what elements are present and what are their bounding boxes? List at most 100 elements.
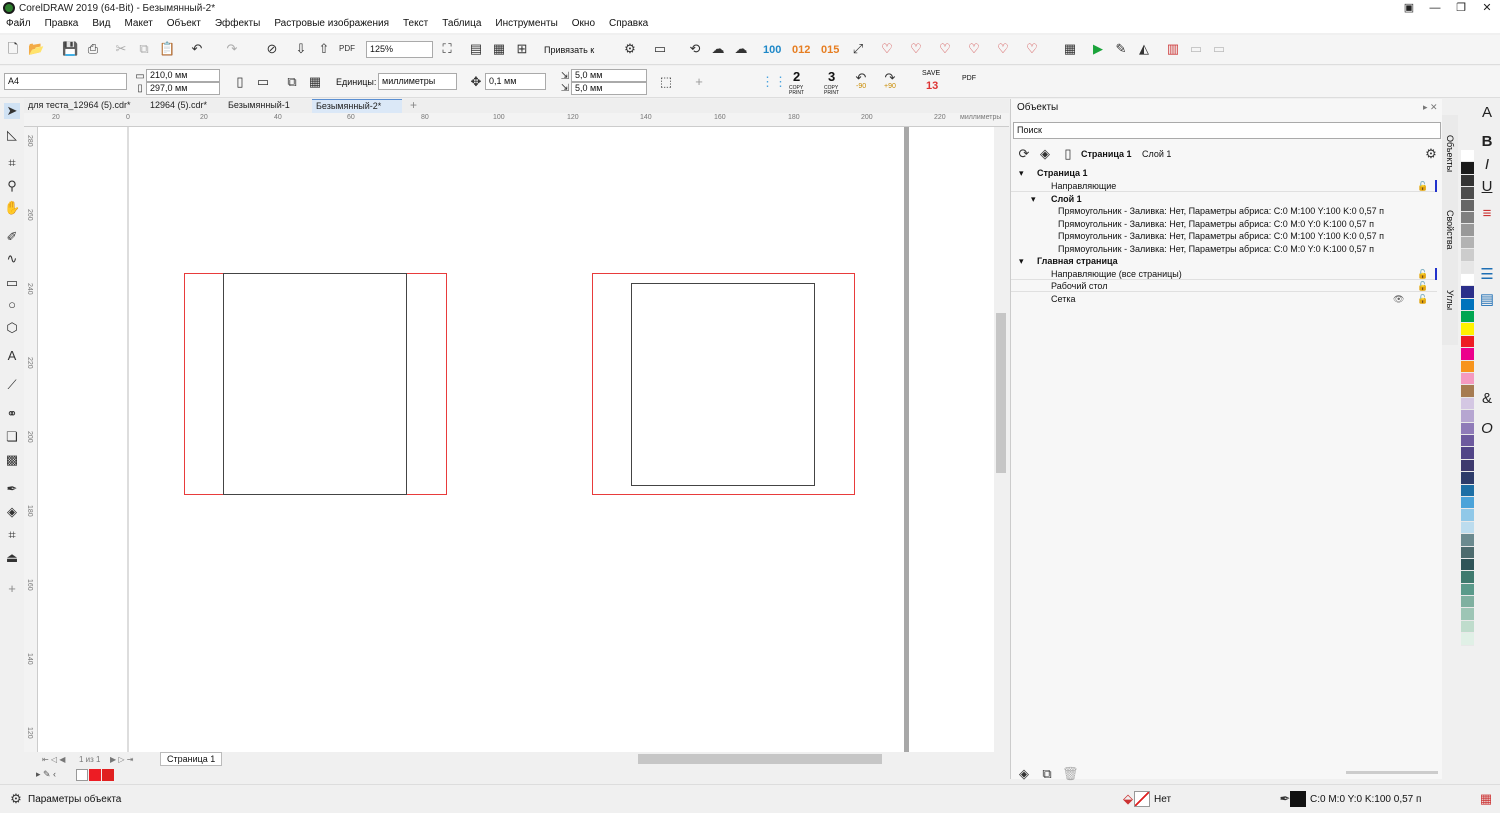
- glyph-icon[interactable]: O: [1478, 420, 1496, 437]
- palette-swatch[interactable]: [1461, 422, 1474, 435]
- macro-015-button[interactable]: 015: [821, 44, 839, 56]
- palette-swatch[interactable]: [1461, 273, 1474, 287]
- object-properties-gear-icon[interactable]: ⚙: [8, 791, 24, 807]
- text-tool-icon[interactable]: A: [4, 348, 20, 364]
- palette-swatch[interactable]: [1461, 534, 1474, 547]
- redo-icon[interactable]: ↷: [224, 41, 240, 57]
- open-icon[interactable]: 📂: [28, 41, 44, 57]
- lock-icon[interactable]: 🔓: [1417, 180, 1428, 192]
- macro-stop-icon[interactable]: ▥: [1165, 41, 1181, 57]
- palette-swatch[interactable]: [1461, 447, 1474, 460]
- palette-swatch[interactable]: [1461, 521, 1474, 535]
- current-page-icon[interactable]: ▦: [307, 74, 323, 90]
- tree-object[interactable]: Прямоугольник - Заливка: Нет, Параметры …: [1011, 243, 1437, 255]
- macro-disabled-2-icon[interactable]: ▭: [1211, 41, 1227, 57]
- macro-012-button[interactable]: 012: [792, 44, 810, 56]
- publish-pdf-icon[interactable]: PDF: [339, 41, 355, 57]
- macro-heart-3-icon[interactable]: ♡: [937, 41, 953, 57]
- full-screen-icon[interactable]: ⛶: [439, 41, 455, 57]
- search-content-icon[interactable]: ⊘: [264, 41, 280, 57]
- minimize-button[interactable]: —: [1422, 0, 1448, 17]
- smart-fill-icon[interactable]: ⏏: [4, 550, 20, 566]
- palette-swatch[interactable]: [1461, 199, 1474, 212]
- tab-doc-untitled-1[interactable]: Безымянный-1: [224, 99, 294, 113]
- table-icon[interactable]: ▦: [1062, 41, 1078, 57]
- restore-button[interactable]: ❐: [1448, 0, 1474, 17]
- macro-heart-2-icon[interactable]: ♡: [908, 41, 924, 57]
- palette-swatch[interactable]: [1461, 583, 1474, 597]
- menu-table[interactable]: Таблица: [442, 17, 488, 33]
- columns-icon[interactable]: ▤: [1478, 290, 1496, 308]
- tree-object[interactable]: Прямоугольник - Заливка: Нет, Параметры …: [1011, 230, 1437, 242]
- palette-swatch[interactable]: [1461, 596, 1474, 609]
- vertical-scroll-thumb[interactable]: [996, 313, 1006, 473]
- print-icon[interactable]: ⎙: [85, 41, 101, 57]
- palette-swatch[interactable]: [1461, 373, 1474, 386]
- horizontal-scrollbar[interactable]: [525, 752, 995, 766]
- grid-icon[interactable]: ▦: [491, 41, 507, 57]
- portrait-icon[interactable]: ▯: [232, 74, 248, 90]
- rectangle-tool-icon[interactable]: ▭: [4, 275, 20, 291]
- horizontal-ruler[interactable]: 20 0 20 40 60 80 100 120 140 160 180 200…: [24, 113, 1009, 127]
- palette-swatch[interactable]: [1461, 608, 1474, 621]
- zoom-level-field[interactable]: 125%: [366, 41, 433, 58]
- macro-disabled-1-icon[interactable]: ▭: [1188, 41, 1204, 57]
- nudge-distance-field[interactable]: 0,1 мм: [485, 73, 546, 90]
- crop-tool-icon[interactable]: ⌗: [4, 155, 20, 171]
- palette-swatch[interactable]: [1461, 571, 1474, 584]
- app-launcher-icon[interactable]: ▭: [652, 41, 668, 57]
- transparency-tool-icon[interactable]: ▩: [4, 452, 20, 468]
- bullets-icon[interactable]: ☰: [1478, 265, 1496, 283]
- macro-record-icon[interactable]: ◭: [1136, 41, 1152, 57]
- tree-layer-1[interactable]: ▾ Слой 1: [1011, 193, 1437, 205]
- macro-heart-1-icon[interactable]: ♡: [879, 41, 895, 57]
- color-management-icon[interactable]: ▦: [1478, 791, 1494, 807]
- palette-swatch[interactable]: [1461, 236, 1474, 250]
- palette-swatch[interactable]: [1461, 211, 1474, 225]
- save-icon[interactable]: 💾: [62, 41, 78, 57]
- macro-editor-icon[interactable]: ✎: [1113, 41, 1129, 57]
- menu-bitmaps[interactable]: Растровые изображения: [274, 17, 396, 33]
- dimension-tool-icon[interactable]: ⟋: [4, 377, 20, 393]
- palette-swatch[interactable]: [1461, 286, 1474, 299]
- copy2-number[interactable]: 2: [793, 69, 800, 84]
- doc-red-swatch-2[interactable]: [102, 769, 114, 781]
- cut-icon[interactable]: ✂: [113, 41, 129, 57]
- tree-master-guides[interactable]: Направляющие (все страницы) 🔓: [1011, 268, 1437, 280]
- palette-swatch[interactable]: [1461, 162, 1474, 175]
- macro-icon[interactable]: ⟲: [687, 41, 703, 57]
- duplicate-x-field[interactable]: 5,0 мм: [571, 69, 647, 82]
- menu-object[interactable]: Объект: [167, 17, 208, 33]
- view-options-icon[interactable]: ⟳: [1016, 146, 1032, 162]
- expand-icon[interactable]: ▾: [1031, 193, 1036, 205]
- shadow-tool-icon[interactable]: ❏: [4, 429, 20, 445]
- tab-doc-test[interactable]: для теста_12964 (5).cdr*: [24, 99, 134, 113]
- new-master-layer-icon[interactable]: ⧉: [1039, 766, 1055, 782]
- all-pages-icon[interactable]: ⧉: [284, 74, 300, 90]
- options-gear-icon[interactable]: ⚙: [622, 41, 638, 57]
- add-icon[interactable]: +: [691, 74, 707, 90]
- macro-export-icon[interactable]: ⤢: [850, 41, 866, 57]
- palette-swatch[interactable]: [1461, 224, 1474, 237]
- palette-swatch[interactable]: [1461, 311, 1474, 324]
- doc-red-swatch[interactable]: [89, 769, 101, 781]
- copy-icon[interactable]: ⧉: [136, 41, 152, 57]
- menu-text[interactable]: Текст: [403, 17, 435, 33]
- menu-edit[interactable]: Правка: [45, 17, 86, 33]
- add-tool-icon[interactable]: +: [4, 581, 20, 597]
- palette-swatch[interactable]: [1461, 472, 1474, 485]
- menu-file[interactable]: Файл: [6, 17, 38, 33]
- palette-swatch[interactable]: [1461, 459, 1474, 473]
- rulers-icon[interactable]: ▤: [468, 41, 484, 57]
- menu-window[interactable]: Окно: [572, 17, 602, 33]
- palette-swatch[interactable]: [1461, 323, 1474, 336]
- tree-grid[interactable]: Сетка 👁 🔓: [1011, 293, 1437, 305]
- docker-settings-gear-icon[interactable]: ⚙: [1423, 146, 1439, 162]
- ligature-icon[interactable]: &: [1478, 390, 1496, 407]
- no-color-swatch[interactable]: [76, 769, 88, 781]
- macro-heart-5-icon[interactable]: ♡: [995, 41, 1011, 57]
- close-button[interactable]: ✕: [1474, 0, 1500, 17]
- palette-swatch[interactable]: [1461, 484, 1474, 497]
- pdf-macro-label[interactable]: PDF: [962, 75, 976, 82]
- zoom-slider[interactable]: [1346, 771, 1438, 774]
